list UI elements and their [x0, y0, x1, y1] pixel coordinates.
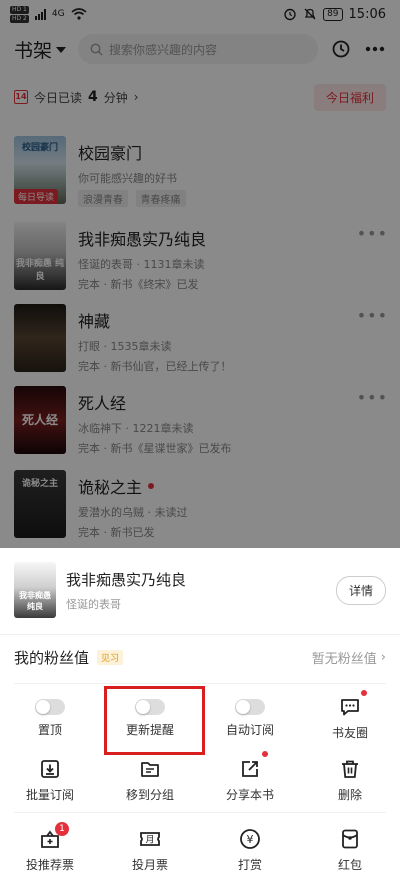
cell-label: 红包 [337, 857, 362, 872]
action-row: 批量订阅 移到分组 分享本书 删除 [0, 748, 400, 812]
cell-label: 投推荐票 [25, 857, 74, 872]
book-circle-button[interactable]: 书友圈 [300, 686, 400, 750]
cell-label: 移到分组 [125, 787, 174, 802]
cell-label: 打赏 [237, 857, 262, 872]
red-packet-button[interactable]: 红包 [300, 818, 400, 882]
month-ticket-icon: 月 [139, 828, 161, 850]
reward-icon: ¥ [239, 828, 261, 850]
divider [14, 812, 386, 813]
fan-value-row[interactable]: 我的粉丝值 见习 暂无粉丝值 › [14, 644, 386, 670]
notification-dot [262, 750, 268, 757]
modal-backdrop[interactable] [0, 0, 400, 548]
divider [0, 634, 400, 635]
share-book-button[interactable]: 分享本书 [200, 748, 300, 812]
yen-glyph: ¥ [247, 833, 254, 846]
folder-icon [139, 758, 161, 780]
download-icon [39, 758, 61, 780]
cell-label: 投月票 [131, 857, 168, 872]
recommend-ticket-icon: 1 [39, 821, 69, 850]
cell-label: 批量订阅 [25, 787, 74, 802]
toggle-switch[interactable] [235, 698, 265, 715]
delete-button[interactable]: 删除 [300, 748, 400, 812]
cell-label: 书友圈 [331, 725, 368, 740]
auto-subscribe-toggle[interactable]: 自动订阅 [200, 686, 300, 750]
fan-level-badge: 见习 [97, 649, 124, 665]
support-row: 1 投推荐票 月 投月票 ¥ 打赏 红包 [0, 818, 400, 882]
pin-top-toggle[interactable]: 置顶 [0, 686, 100, 750]
sheet-book-author: 怪诞的表哥 [66, 597, 121, 611]
share-icon [239, 750, 268, 780]
fan-value-label-group: 我的粉丝值 见习 [14, 647, 124, 668]
reward-button[interactable]: ¥ 打赏 [200, 818, 300, 882]
cell-label: 自动订阅 [225, 722, 274, 737]
batch-subscribe-button[interactable]: 批量订阅 [0, 748, 100, 812]
month-glyph: 月 [145, 834, 154, 845]
sheet-book-header: 我非痴愚 纯良 我非痴愚实乃纯良 怪诞的表哥 详情 [14, 562, 386, 618]
chevron-right-icon: › [380, 649, 386, 665]
count-badge: 1 [55, 821, 69, 836]
cell-label: 分享本书 [225, 787, 274, 802]
sheet-book-info: 我非痴愚实乃纯良 怪诞的表哥 [66, 569, 336, 612]
notification-dot [361, 689, 367, 696]
month-ticket-button[interactable]: 月 投月票 [100, 818, 200, 882]
fan-value-status: 暂无粉丝值 › [312, 648, 386, 667]
trash-icon [339, 758, 361, 780]
divider [14, 683, 386, 684]
recommend-ticket-button[interactable]: 1 投推荐票 [0, 818, 100, 882]
fan-value-text: 暂无粉丝值 [311, 651, 377, 667]
cover-text: 我非痴愚 纯良 [19, 591, 51, 611]
sheet-book-cover: 我非痴愚 纯良 [14, 562, 56, 618]
cell-label: 删除 [337, 787, 362, 802]
sheet-book-title: 我非痴愚实乃纯良 [66, 570, 187, 589]
move-to-group-button[interactable]: 移到分组 [100, 748, 200, 812]
detail-button[interactable]: 详情 [335, 575, 386, 605]
cell-label: 置顶 [37, 722, 62, 737]
fan-value-label: 我的粉丝值 [14, 648, 90, 667]
red-packet-icon [339, 828, 361, 850]
chat-icon [339, 689, 367, 718]
toggle-switch[interactable] [35, 698, 65, 715]
highlight-box [104, 686, 205, 755]
